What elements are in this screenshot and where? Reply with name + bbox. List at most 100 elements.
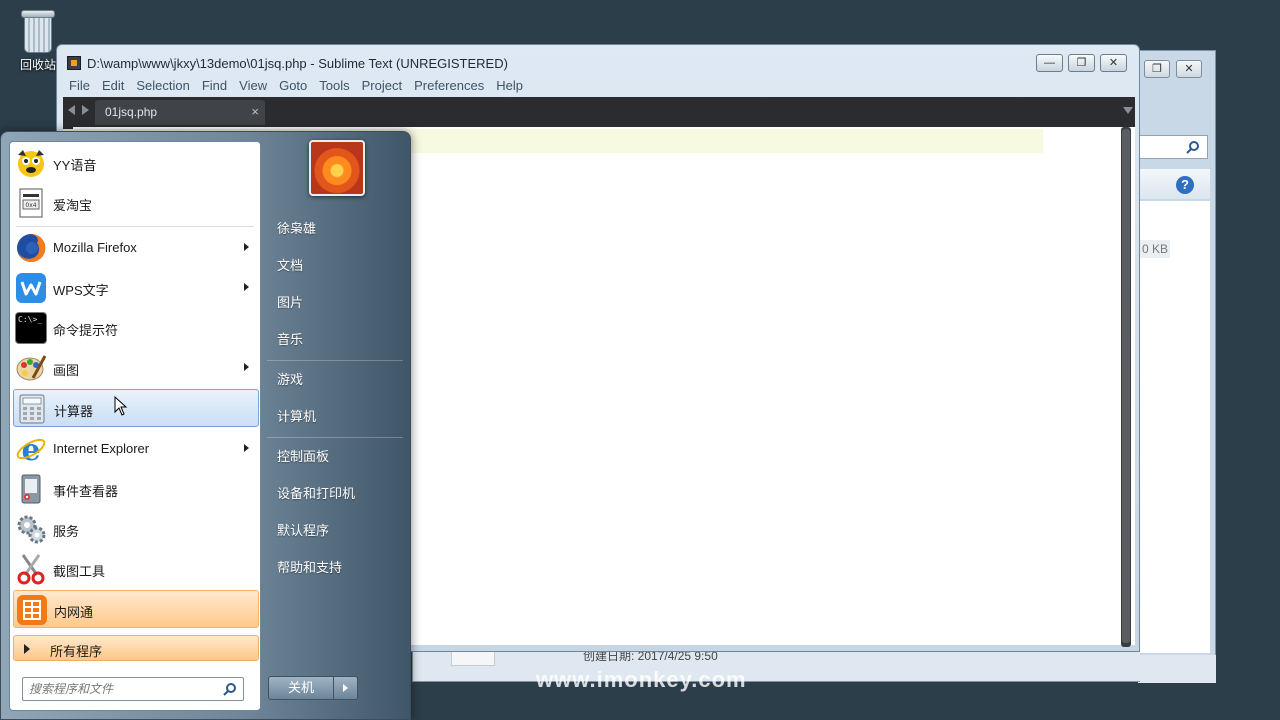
- link-pictures[interactable]: 图片: [267, 288, 403, 318]
- shutdown-button[interactable]: 关机: [268, 676, 334, 700]
- explorer-search-field[interactable]: [1138, 135, 1208, 159]
- mouse-cursor-icon: [114, 396, 128, 416]
- program-label: Mozilla Firefox: [53, 240, 137, 255]
- program-snipping-tool[interactable]: 截图工具: [13, 550, 259, 588]
- maximize-button[interactable]: ❐: [1068, 54, 1095, 72]
- file-size: 0 KB: [1140, 240, 1170, 258]
- submenu-arrow-icon[interactable]: [244, 444, 249, 452]
- wps-icon: [16, 273, 46, 303]
- services-icon: [17, 515, 46, 544]
- link-user-folder[interactable]: 徐枭雄: [267, 214, 403, 244]
- program-label: 事件查看器: [53, 484, 119, 499]
- explorer-toolbar: [1138, 169, 1210, 199]
- links-divider: [267, 437, 403, 438]
- ie-icon: e: [16, 433, 46, 465]
- svg-text:0x4: 0x4: [25, 202, 36, 209]
- program-services[interactable]: 服务: [13, 510, 259, 548]
- menu-help[interactable]: Help: [490, 76, 529, 96]
- window-title: D:\wamp\www\jkxy\13demo\01jsq.php - Subl…: [87, 56, 508, 71]
- explorer-details-pane: [1138, 655, 1216, 683]
- search-icon[interactable]: [223, 682, 237, 696]
- program-label: 截图工具: [53, 564, 106, 579]
- sublime-app-icon: [67, 56, 81, 70]
- link-devices-printers[interactable]: 设备和打印机: [267, 479, 403, 509]
- program-yy[interactable]: YY语音: [13, 144, 259, 182]
- tab-prev-icon[interactable]: [68, 105, 75, 115]
- submenu-arrow-icon[interactable]: [244, 363, 249, 371]
- firefox-icon: [17, 233, 46, 262]
- menu-file[interactable]: File: [63, 76, 96, 96]
- expand-arrow-icon: [24, 644, 30, 654]
- neiwangtong-icon: [17, 595, 47, 625]
- program-label: 内网通: [54, 605, 94, 620]
- programs-divider: [16, 226, 254, 227]
- link-music[interactable]: 音乐: [267, 325, 403, 355]
- program-firefox[interactable]: Mozilla Firefox: [13, 229, 259, 267]
- link-help-support[interactable]: 帮助和支持: [267, 553, 403, 583]
- explorer-window: ❐ ✕ ? 0 KB: [1138, 50, 1216, 683]
- start-programs-pane: YY语音 0x4 爱淘宝 Mozilla Firefox WPS文字 C:\>_…: [9, 141, 261, 711]
- sublime-titlebar[interactable]: D:\wamp\www\jkxy\13demo\01jsq.php - Subl…: [57, 45, 1139, 75]
- menu-find[interactable]: Find: [196, 76, 233, 96]
- shutdown-group: 关机: [268, 676, 358, 700]
- menu-edit[interactable]: Edit: [96, 76, 130, 96]
- submenu-arrow-icon[interactable]: [244, 283, 249, 291]
- menu-view[interactable]: View: [233, 76, 273, 96]
- user-avatar[interactable]: [309, 140, 365, 196]
- link-computer[interactable]: 计算机: [267, 402, 403, 432]
- tab-01jsq[interactable]: 01jsq.php ×: [95, 100, 265, 125]
- recycle-bin-label: 回收站: [19, 58, 56, 72]
- program-neiwangtong[interactable]: 内网通: [13, 590, 259, 628]
- calculator-icon: [19, 394, 45, 424]
- minimize-button[interactable]: —: [1036, 54, 1063, 72]
- paint-icon: [16, 355, 47, 381]
- tab-label: 01jsq.php: [105, 105, 158, 119]
- watermark: www.imonkey.com: [536, 667, 747, 692]
- program-label: 命令提示符: [53, 323, 119, 338]
- menu-project[interactable]: Project: [356, 76, 408, 96]
- program-label: 计算器: [54, 404, 94, 419]
- link-default-programs[interactable]: 默认程序: [267, 516, 403, 546]
- link-documents[interactable]: 文档: [267, 251, 403, 281]
- menu-preferences[interactable]: Preferences: [408, 76, 490, 96]
- tab-dropdown-icon[interactable]: [1123, 107, 1133, 114]
- explorer-file-pane: [1138, 201, 1210, 653]
- svg-text:e: e: [21, 433, 40, 465]
- vertical-scrollbar[interactable]: [1121, 127, 1131, 647]
- program-label: 服务: [53, 524, 80, 539]
- tab-next-icon[interactable]: [82, 105, 89, 115]
- menu-goto[interactable]: Goto: [273, 76, 313, 96]
- cmd-icon: C:\>_: [15, 312, 47, 344]
- program-calculator[interactable]: 计算器: [13, 389, 259, 427]
- program-label: 画图: [53, 363, 80, 378]
- close-button[interactable]: ✕: [1100, 54, 1127, 72]
- scrollbar-thumb[interactable]: [1122, 129, 1130, 643]
- program-aitaobao[interactable]: 0x4 爱淘宝: [13, 184, 259, 222]
- all-programs-button[interactable]: 所有程序: [13, 635, 259, 661]
- explorer-close-button[interactable]: ✕: [1176, 60, 1202, 78]
- explorer-maximize-button[interactable]: ❐: [1144, 60, 1170, 78]
- link-control-panel[interactable]: 控制面板: [267, 442, 403, 472]
- yy-icon: [18, 150, 44, 177]
- link-games[interactable]: 游戏: [267, 365, 403, 395]
- tab-close-icon[interactable]: ×: [251, 104, 259, 119]
- search-icon: [1186, 141, 1199, 154]
- search-input[interactable]: [29, 681, 219, 697]
- aitaobao-icon: 0x4: [19, 188, 43, 218]
- menu-selection[interactable]: Selection: [130, 76, 195, 96]
- start-menu: YY语音 0x4 爱淘宝 Mozilla Firefox WPS文字 C:\>_…: [0, 131, 411, 720]
- snipping-tool-icon: [17, 554, 45, 585]
- menu-bar: File Edit Selection Find View Goto Tools…: [63, 76, 1135, 96]
- all-programs-label: 所有程序: [50, 644, 103, 659]
- program-wps[interactable]: WPS文字: [13, 269, 259, 307]
- program-label: WPS文字: [53, 283, 109, 298]
- submenu-arrow-icon[interactable]: [244, 243, 249, 251]
- program-event-viewer[interactable]: 事件查看器: [13, 470, 259, 508]
- program-cmd[interactable]: C:\>_ 命令提示符: [13, 309, 259, 347]
- menu-tools[interactable]: Tools: [313, 76, 355, 96]
- program-ie[interactable]: e Internet Explorer: [13, 430, 259, 468]
- shutdown-options-arrow-icon[interactable]: [334, 676, 358, 700]
- program-paint[interactable]: 画图: [13, 349, 259, 387]
- search-box[interactable]: [22, 677, 244, 701]
- help-icon[interactable]: ?: [1176, 176, 1194, 194]
